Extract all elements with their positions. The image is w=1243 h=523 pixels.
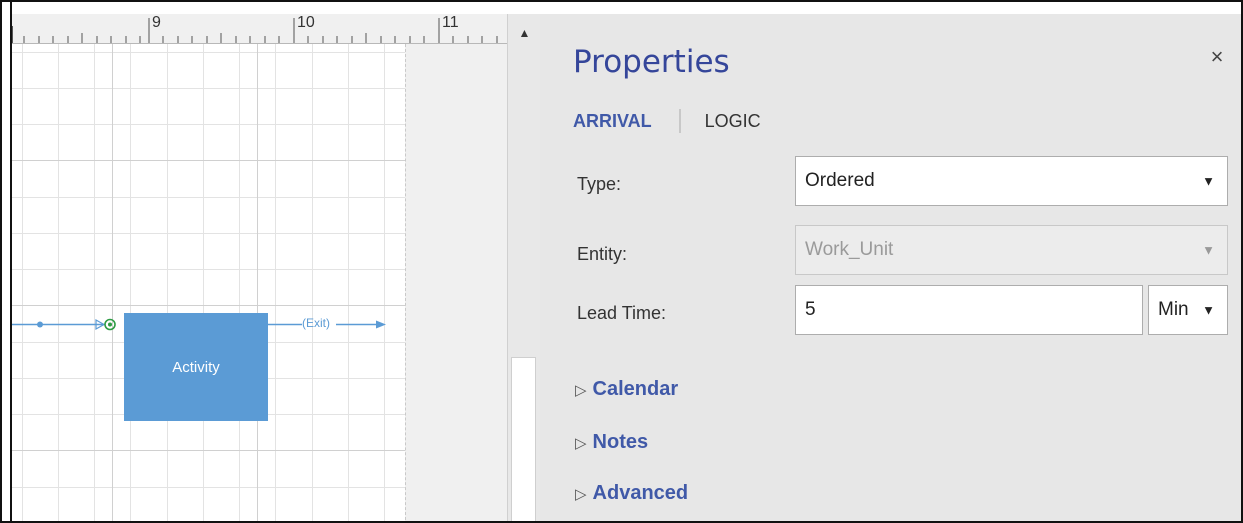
entity-select: Work_Unit ▼ <box>795 225 1228 275</box>
expand-triangle-icon: ▷ <box>575 434 587 452</box>
section-notes[interactable]: ▷ Notes <box>575 431 648 454</box>
section-calendar-label: Calendar <box>592 378 679 400</box>
tab-separator <box>678 109 681 133</box>
ruler-label-10: 10 <box>297 14 315 31</box>
lead-time-input[interactable]: 5 <box>795 285 1143 335</box>
connector-point[interactable] <box>37 321 43 328</box>
vertical-scrollbar[interactable]: ▲ <box>507 14 541 521</box>
page-edge <box>405 44 406 521</box>
entity-value: Work_Unit <box>805 239 894 260</box>
lead-time-unit-value: Min <box>1158 299 1189 320</box>
properties-panel: Properties × ARRIVAL LOGIC Type: Ordered… <box>540 14 1241 521</box>
tab-logic[interactable]: LOGIC <box>705 111 761 132</box>
type-select[interactable]: Ordered ▼ <box>795 156 1228 206</box>
panel-title: Properties <box>573 44 730 80</box>
close-icon: × <box>1210 44 1224 69</box>
lead-time-label: Lead Time: <box>577 303 667 323</box>
activity-shape[interactable]: Activity <box>124 313 268 421</box>
activity-label: Activity <box>172 358 220 376</box>
entity-label: Entity: <box>577 244 628 264</box>
type-value: Ordered <box>805 170 875 191</box>
section-notes-label: Notes <box>592 431 649 453</box>
properties-tabs: ARRIVAL LOGIC <box>573 106 761 136</box>
section-calendar[interactable]: ▷ Calendar <box>575 378 678 401</box>
chevron-down-icon: ▼ <box>1202 242 1215 258</box>
tab-arrival[interactable]: ARRIVAL <box>573 111 652 132</box>
lead-time-unit-select[interactable]: Min ▼ <box>1148 285 1228 335</box>
exit-label[interactable]: (Exit) <box>302 316 330 330</box>
section-advanced-label: Advanced <box>592 482 689 504</box>
horizontal-ruler: 9 10 11 <box>12 14 507 44</box>
expand-triangle-icon: ▷ <box>575 485 587 503</box>
section-advanced[interactable]: ▷ Advanced <box>575 482 688 505</box>
ruler-label-9: 9 <box>152 14 161 31</box>
ruler-label-11: 11 <box>442 14 459 31</box>
lead-time-value: 5 <box>805 299 816 320</box>
expand-triangle-icon: ▷ <box>575 381 587 399</box>
type-label: Type: <box>577 174 622 194</box>
close-button[interactable]: × <box>1204 44 1230 70</box>
scroll-thumb[interactable] <box>511 357 536 521</box>
drawing-page[interactable]: Activity (Exit) <box>12 44 405 521</box>
page-grid <box>12 44 405 521</box>
ruler-ticks <box>12 18 498 43</box>
input-port-dot <box>108 322 112 327</box>
chevron-down-icon: ▼ <box>1202 302 1215 318</box>
chevron-down-icon: ▼ <box>1202 173 1215 189</box>
scroll-up-icon: ▲ <box>518 26 531 40</box>
scroll-up-button[interactable]: ▲ <box>508 14 541 52</box>
window-frame: 9 10 11 Activity (Exit) ▲ Properties × A… <box>0 0 1243 523</box>
